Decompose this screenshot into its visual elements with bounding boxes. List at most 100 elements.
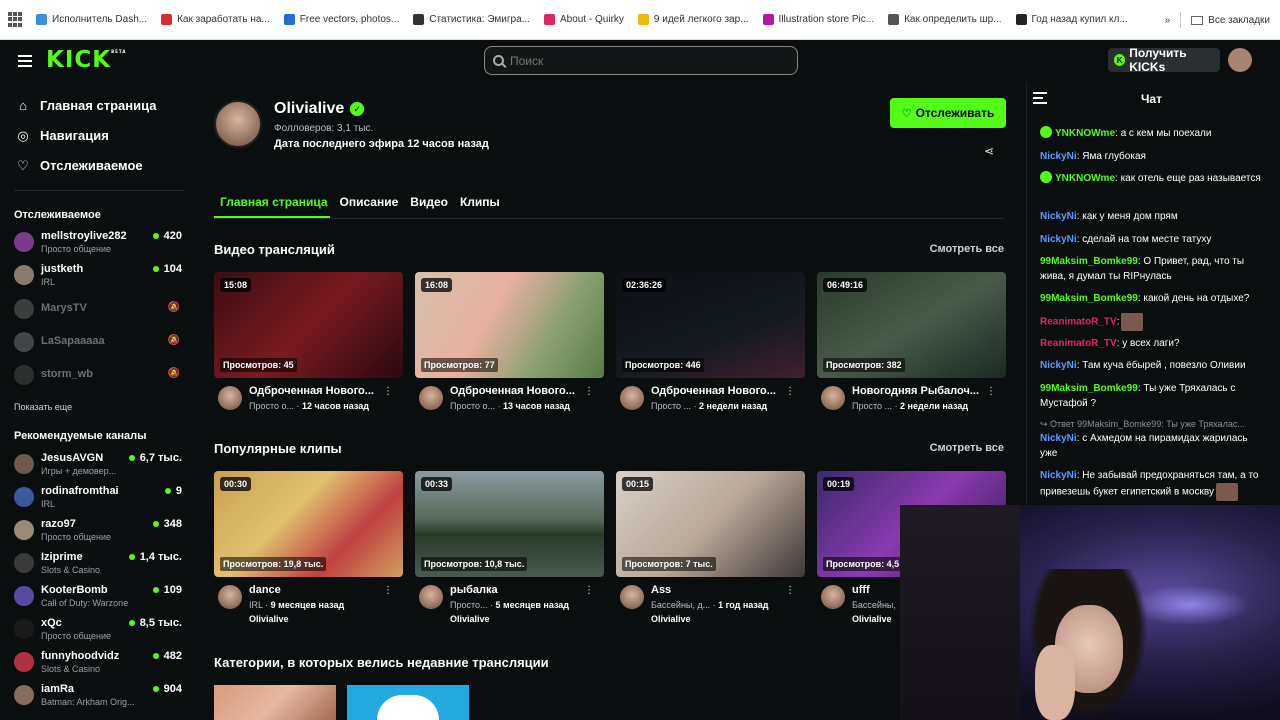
get-kicks-button[interactable]: K Получить KICKs	[1108, 46, 1220, 74]
channel-avatar[interactable]	[218, 386, 242, 410]
chat-username[interactable]: 99Maksim_Bomke99	[1040, 293, 1138, 304]
tab-item[interactable]: Клипы	[460, 195, 500, 209]
channel-avatar[interactable]	[620, 386, 644, 410]
bookmark-item[interactable]: About - Quirky	[544, 14, 624, 25]
more-options-icon[interactable]: ⋮	[584, 386, 594, 397]
chat-message: YNKNOWme: а с кем мы поехали	[1040, 126, 1266, 141]
channel-item[interactable]: JesusAVGN Игры + демовер... 6,7 тыс.	[14, 451, 182, 479]
search-input[interactable]	[510, 53, 780, 68]
search-bar[interactable]	[484, 46, 798, 75]
chat-username[interactable]: ReanimatoR_TV	[1040, 317, 1117, 328]
chat-username[interactable]: ReanimatoR_TV	[1040, 338, 1117, 349]
channel-avatar[interactable]	[620, 585, 644, 609]
kick-logo[interactable]: KICKBETA	[46, 47, 126, 73]
video-thumbnail[interactable]: 00:33 Просмотров: 10,8 тыс.	[415, 471, 604, 577]
more-options-icon[interactable]: ⋮	[584, 585, 594, 596]
nav-label: Главная страница	[40, 98, 157, 113]
video-title[interactable]: рыбалка	[450, 584, 580, 596]
video-title[interactable]: Одброченная Нового...	[249, 385, 379, 397]
chat-username[interactable]: NickyNi	[1040, 211, 1077, 222]
chat-username[interactable]: NickyNi	[1040, 433, 1077, 444]
sidebar-nav-item[interactable]: ⌂ Главная страница	[16, 98, 156, 113]
more-options-icon[interactable]: ⋮	[986, 386, 996, 397]
menu-icon[interactable]	[18, 55, 32, 70]
tab-item[interactable]: Главная страница	[220, 195, 328, 209]
chat-username[interactable]: 99Maksim_Bomke99	[1040, 256, 1138, 267]
bookmark-item[interactable]: Free vectors, photos...	[283, 14, 399, 25]
bookmark-item[interactable]: Как заработать на...	[161, 14, 270, 25]
chat-username[interactable]: YNKNOWme	[1055, 128, 1115, 139]
video-thumbnail[interactable]: 00:30 Просмотров: 19,8 тыс.	[214, 471, 403, 577]
bookmark-item[interactable]: 9 идей легкого зар...	[637, 14, 749, 25]
bookmark-item[interactable]: Год назад купил кл...	[1015, 14, 1128, 25]
channel-item[interactable]: razo97 Просто общение 348	[14, 517, 182, 545]
all-bookmarks-link[interactable]: Все закладки	[1208, 15, 1270, 26]
channel-item[interactable]: xQc Просто общение 8,5 тыс.	[14, 616, 182, 644]
channel-avatar[interactable]	[419, 585, 443, 609]
more-options-icon[interactable]: ⋮	[785, 585, 795, 596]
more-options-icon[interactable]: ⋮	[383, 386, 393, 397]
more-bookmarks-icon[interactable]: »	[1165, 15, 1171, 26]
chat-title: Чат	[1141, 92, 1162, 106]
tab-item[interactable]: Видео	[410, 195, 448, 209]
show-more-link[interactable]: Показать еще	[14, 402, 72, 412]
video-title[interactable]: Новогодняя Рыбалоч...	[852, 385, 982, 397]
viewer-count: 109	[153, 584, 182, 596]
videos-see-all-link[interactable]: Смотреть все	[930, 243, 1004, 255]
user-avatar[interactable]	[1228, 48, 1252, 72]
video-title[interactable]: Ass	[651, 584, 781, 596]
apps-grid-icon[interactable]	[8, 11, 24, 28]
video-category: Просто о...	[249, 401, 295, 411]
chat-username[interactable]: NickyNi	[1040, 470, 1077, 481]
video-thumbnail[interactable]: 02:36:26 Просмотров: 446	[616, 272, 805, 378]
channel-avatar[interactable]	[419, 386, 443, 410]
channel-item[interactable]: iamRa Batman: Arkham Orig... 904	[14, 682, 182, 710]
tab-item[interactable]: Описание	[340, 195, 399, 209]
sidebar-nav-item[interactable]: ♡ Отслеживаемое	[16, 158, 142, 174]
sidebar-nav-item[interactable]: ◎ Навигация	[16, 128, 109, 144]
channel-avatar	[14, 619, 34, 639]
channel-item[interactable]: justketh IRL 104	[14, 262, 182, 290]
channel-item[interactable]: storm_wb 🔕	[14, 362, 182, 390]
bookmark-item[interactable]: Статистика: Эмигра...	[413, 14, 530, 25]
chat-username[interactable]: NickyNi	[1040, 151, 1077, 162]
more-options-icon[interactable]: ⋮	[383, 585, 393, 596]
channel-item[interactable]: KooterBomb Call of Duty: Warzone 109	[14, 583, 182, 611]
video-thumbnail[interactable]: 06:49:16 Просмотров: 382	[817, 272, 1006, 378]
channel-item[interactable]: MarysTV 🔕	[14, 296, 182, 324]
channel-avatar[interactable]	[821, 386, 845, 410]
video-title[interactable]: dance	[249, 584, 379, 596]
more-options-icon[interactable]: ⋮	[785, 386, 795, 397]
chat-username[interactable]: NickyNi	[1040, 234, 1077, 245]
chat-username[interactable]: NickyNi	[1040, 360, 1077, 371]
video-thumbnail[interactable]: 15:08 Просмотров: 45	[214, 272, 403, 378]
channel-item[interactable]: mellstroylive282 Просто общение 420	[14, 229, 182, 257]
channel-avatar[interactable]	[214, 100, 262, 148]
channel-avatar[interactable]	[821, 585, 845, 609]
divider	[14, 190, 184, 191]
share-icon[interactable]: ⋖	[984, 144, 994, 158]
chat-username[interactable]: 99Maksim_Bomke99	[1040, 383, 1138, 394]
channel-item[interactable]: LaSapaaaaa 🔕	[14, 329, 182, 357]
follow-button[interactable]: ♡ Отслеживать	[890, 98, 1006, 128]
clips-see-all-link[interactable]: Смотреть все	[930, 442, 1004, 454]
channel-item[interactable]: Iziprime Slots & Casino 1,4 тыс.	[14, 550, 182, 578]
collapse-chat-icon[interactable]	[1033, 92, 1047, 107]
bookmark-item[interactable]: Как определить шр...	[888, 14, 1002, 25]
channel-avatar[interactable]	[218, 585, 242, 609]
category-thumbnail[interactable]	[214, 685, 336, 720]
video-title[interactable]: Одброченная Нового...	[651, 385, 781, 397]
video-thumbnail[interactable]: 16:08 Просмотров: 77	[415, 272, 604, 378]
video-title[interactable]: Одброченная Нового...	[450, 385, 580, 397]
viewer-count: 904	[153, 683, 182, 695]
category-thumbnail[interactable]	[347, 685, 469, 720]
chat-username[interactable]: YNKNOWme	[1055, 173, 1115, 184]
video-thumbnail[interactable]: 00:15 Просмотров: 7 тыс.	[616, 471, 805, 577]
divider	[214, 218, 1004, 219]
bookmark-item[interactable]: Illustration store Pic...	[762, 14, 874, 25]
channel-item[interactable]: funnyhoodvidz Slots & Casino 482	[14, 649, 182, 677]
bookmark-item[interactable]: Исполнитель Dash...	[36, 14, 147, 25]
channel-item[interactable]: rodinafromthai IRL 9	[14, 484, 182, 512]
channel-category: Slots & Casino	[41, 664, 101, 674]
view-count: Просмотров: 77	[421, 358, 498, 372]
